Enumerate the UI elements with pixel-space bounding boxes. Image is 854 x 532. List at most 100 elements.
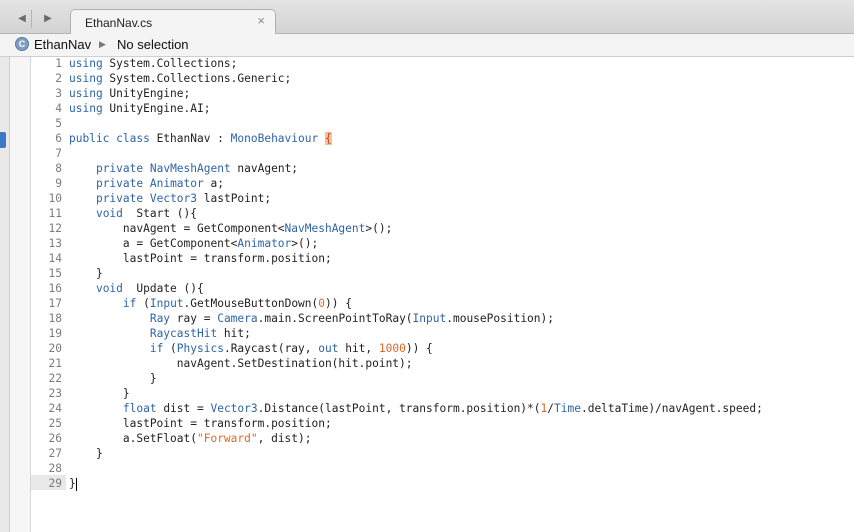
line-text: }	[69, 476, 77, 491]
code-token: (	[163, 342, 177, 355]
code-token: )) {	[405, 342, 433, 355]
code-keyword: using	[69, 87, 103, 100]
code-line[interactable]: 13 a = GetComponent<Animator>();	[30, 236, 854, 251]
line-text: Ray ray = Camera.main.ScreenPointToRay(I…	[69, 311, 554, 326]
code-keyword: using	[69, 102, 103, 115]
tab-label: EthanNav.cs	[85, 16, 153, 30]
line-number: 18	[48, 312, 62, 325]
line-text: }	[69, 371, 157, 386]
tab-ethannav-cs[interactable]: EthanNav.cs ×	[70, 9, 276, 34]
line-text: a.SetFloat("Forward", dist);	[69, 431, 312, 446]
code-line[interactable]: 19 RaycastHit hit;	[30, 326, 854, 341]
code-keyword: float	[122, 402, 157, 415]
line-text: a = GetComponent<Animator>();	[69, 236, 318, 251]
line-number: 20	[48, 342, 62, 355]
code-type: Camera	[217, 312, 258, 325]
code-token: a = GetComponent<	[69, 237, 238, 250]
line-text: float dist = Vector3.Distance(lastPoint,…	[69, 401, 763, 416]
breadcrumb-member[interactable]: No selection	[117, 37, 189, 52]
code-line[interactable]: 5	[30, 116, 854, 131]
code-line[interactable]: 28	[30, 461, 854, 476]
line-text: private Vector3 lastPoint;	[69, 191, 271, 206]
code-keyword: if	[149, 342, 164, 355]
code-line[interactable]: 12 navAgent = GetComponent<NavMeshAgent>…	[30, 221, 854, 236]
code-line[interactable]: 1 using System.Collections;	[30, 56, 854, 71]
forward-arrow-icon[interactable]: ▶	[38, 10, 58, 28]
code-token: /	[547, 402, 555, 415]
code-line[interactable]: 27 }	[30, 446, 854, 461]
code-keyword: using	[69, 57, 103, 70]
code-line[interactable]: 10 private Vector3 lastPoint;	[30, 191, 854, 206]
code-token: }	[69, 267, 103, 280]
code-token: >();	[365, 222, 393, 235]
code-line[interactable]: 18 Ray ray = Camera.main.ScreenPointToRa…	[30, 311, 854, 326]
code-editor[interactable]: 1 using System.Collections; 2 using System.…	[30, 56, 854, 491]
code-line[interactable]: 4 using UnityEngine.AI;	[30, 101, 854, 116]
code-token: .deltaTime)/navAgent.speed;	[580, 402, 763, 415]
code-token: .Distance(lastPoint, transform.position)…	[257, 402, 541, 415]
code-token: EthanNav :	[149, 132, 231, 145]
code-line[interactable]: 21 navAgent.SetDestination(hit.point);	[30, 356, 854, 371]
code-token: >();	[291, 237, 319, 250]
code-line[interactable]: 15 }	[30, 266, 854, 281]
code-line[interactable]: 14 lastPoint = transform.position;	[30, 251, 854, 266]
code-line[interactable]: 23 }	[30, 386, 854, 401]
code-line[interactable]: 26 a.SetFloat("Forward", dist);	[30, 431, 854, 446]
line-text: }	[69, 446, 103, 461]
code-keyword: void	[95, 282, 123, 295]
code-token: }	[69, 387, 130, 400]
code-type: Vector3	[149, 192, 198, 205]
line-number: 25	[48, 417, 62, 430]
code-line[interactable]: 16 void Update (){	[30, 281, 854, 296]
line-text: lastPoint = transform.position;	[69, 416, 332, 431]
line-number: 28	[48, 462, 62, 475]
line-number: 1	[55, 57, 62, 70]
tab-bar: ◀ ▶ EthanNav.cs ×	[0, 0, 854, 34]
matched-brace: {	[324, 132, 332, 145]
code-line[interactable]: 20 if (Physics.Raycast(ray, out hit, 100…	[30, 341, 854, 356]
code-line[interactable]: 9 private Animator a;	[30, 176, 854, 191]
code-line[interactable]: 8 private NavMeshAgent navAgent;	[30, 161, 854, 176]
breadcrumb-class[interactable]: EthanNav	[34, 37, 91, 52]
code-token: Update (){	[122, 282, 204, 295]
back-arrow-icon[interactable]: ◀	[12, 10, 32, 28]
code-token: UnityEngine.AI;	[102, 102, 211, 115]
code-keyword: private	[95, 192, 144, 205]
code-token: .GetMouseButtonDown(	[183, 297, 319, 310]
code-line[interactable]: 22 }	[30, 371, 854, 386]
code-type: NavMeshAgent	[149, 162, 231, 175]
code-token: System.Collections;	[102, 57, 238, 70]
code-keyword: void	[95, 207, 123, 220]
code-line[interactable]: 6 public class EthanNav : MonoBehaviour {	[30, 131, 854, 146]
code-token: a.SetFloat(	[69, 432, 197, 445]
code-line[interactable]: 24 float dist = Vector3.Distance(lastPoi…	[30, 401, 854, 416]
code-number: 0	[318, 297, 326, 310]
code-line[interactable]: 17 if (Input.GetMouseButtonDown(0)) {	[30, 296, 854, 311]
code-line[interactable]: 3 using UnityEngine;	[30, 86, 854, 101]
code-line[interactable]: 25 lastPoint = transform.position;	[30, 416, 854, 431]
close-icon[interactable]: ×	[257, 14, 265, 28]
line-number: 10	[48, 192, 62, 205]
code-line[interactable]: 11 void Start (){	[30, 206, 854, 221]
line-text: public class EthanNav : MonoBehaviour {	[69, 131, 332, 146]
code-token: lastPoint = transform.position;	[69, 417, 332, 430]
code-token: }	[69, 372, 157, 385]
gutter	[10, 57, 30, 532]
code-line[interactable]: 29}	[30, 476, 854, 491]
code-token: .Raycast(ray,	[223, 342, 319, 355]
code-line[interactable]: 7	[30, 146, 854, 161]
line-text: void Start (){	[69, 206, 197, 221]
code-line[interactable]: 2 using System.Collections.Generic;	[30, 71, 854, 86]
code-string: "Forward"	[196, 432, 258, 445]
line-number: 2	[55, 72, 62, 85]
code-keyword: private	[95, 177, 144, 190]
bookmark-marker-icon[interactable]	[0, 132, 6, 148]
line-text: RaycastHit hit;	[69, 326, 251, 341]
code-keyword: if	[122, 297, 137, 310]
